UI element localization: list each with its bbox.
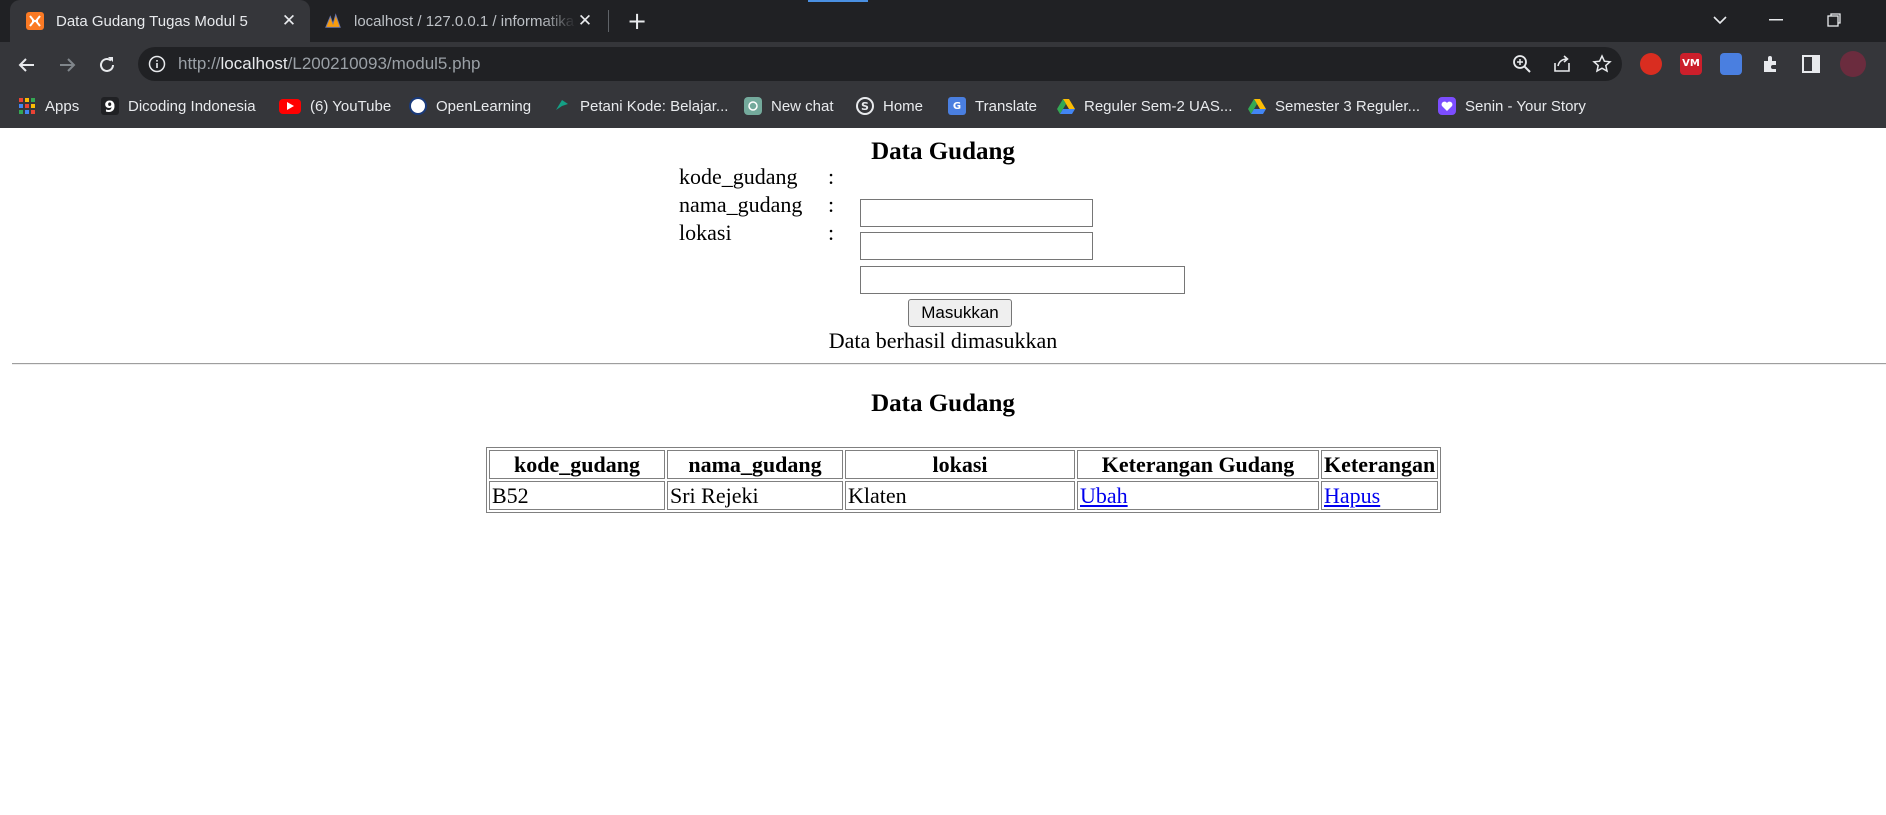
lokasi-label: lokasi (679, 220, 732, 245)
cell-nama-gudang: Sri Rejeki (667, 481, 843, 510)
bookmark-apps[interactable]: Apps (18, 96, 79, 116)
nama-gudang-label: nama_gudang (679, 192, 803, 217)
bookmark-label: Home (883, 97, 924, 115)
vm-extension-icon[interactable]: VM (1680, 53, 1702, 75)
new-tab-icon[interactable]: + (624, 8, 650, 34)
reload-icon[interactable] (92, 50, 122, 80)
horizontal-divider (12, 363, 1886, 365)
ubah-link[interactable]: Ubah (1080, 483, 1128, 508)
bookmark-label: Dicoding Indonesia (128, 97, 256, 115)
column-header: Keterangan (1321, 450, 1439, 479)
apps-grid-icon (18, 97, 36, 115)
browser-toolbar: http://localhost/L200210093/modul5.php V… (0, 42, 1886, 88)
forward-icon[interactable] (52, 50, 82, 80)
bookmark-petanikode[interactable]: Petani Kode: Belajar... (553, 96, 728, 116)
google-translate-extension-icon[interactable] (1720, 53, 1742, 75)
bookmark-dicoding[interactable]: 9 Dicoding Indonesia (101, 96, 256, 116)
column-header: nama_gudang (667, 450, 843, 479)
dicoding-icon: 9 (101, 97, 119, 116)
bookmark-label: New chat (771, 97, 834, 115)
nama-gudang-colon: : (828, 192, 835, 217)
heart-icon (1438, 97, 1456, 115)
address-bar[interactable]: http://localhost/L200210093/modul5.php (138, 47, 1622, 81)
kode-gudang-input[interactable] (860, 199, 1093, 227)
petanikode-icon (553, 97, 571, 115)
cell-keterangan-gudang: Ubah (1077, 481, 1319, 510)
bookmark-star-icon[interactable] (1592, 54, 1612, 74)
data-gudang-table: kode_gudang nama_gudang lokasi Keteranga… (486, 447, 1442, 513)
openlearning-icon (409, 97, 427, 115)
tab-strip-accent (808, 0, 868, 2)
translate-icon: G (948, 97, 966, 115)
url-scheme: http:// (178, 54, 221, 73)
lokasi-input[interactable] (860, 266, 1185, 294)
status-message: Data berhasil dimasukkan (828, 328, 1058, 353)
tab-phpmyadmin[interactable]: localhost / 127.0.0.1 / informatika ✕ (314, 0, 606, 42)
youtube-icon (279, 98, 301, 114)
bookmark-home[interactable]: S Home (856, 96, 923, 116)
side-panel-icon[interactable] (1800, 53, 1822, 75)
page-content: Data Gudang kode_gudang : nama_gudang : … (0, 128, 1886, 815)
stop-hand-extension-icon[interactable] (1640, 53, 1662, 75)
restore-icon[interactable] (1814, 6, 1854, 34)
bookmark-label: Reguler Sem-2 UAS... (1084, 97, 1233, 115)
bookmark-label: Translate (975, 97, 1037, 115)
extensions-puzzle-icon[interactable] (1760, 53, 1782, 75)
column-header: kode_gudang (489, 450, 665, 479)
cell-keterangan: Hapus (1321, 481, 1439, 510)
url-path: /L200210093/modul5.php (287, 54, 481, 73)
form-heading: Data Gudang (871, 138, 1015, 165)
masukkan-button[interactable]: Masukkan (908, 299, 1012, 327)
share-icon[interactable] (1552, 54, 1572, 74)
bookmark-reguler-sem2[interactable]: Reguler Sem-2 UAS... (1057, 96, 1232, 116)
cell-kode-gudang: B52 (489, 481, 665, 510)
browser-chrome: Data Gudang Tugas Modul 5 ✕ localhost / … (0, 0, 1886, 128)
google-drive-icon (1248, 97, 1266, 115)
bookmark-openlearning[interactable]: OpenLearning (409, 96, 531, 116)
phpmyadmin-icon (324, 12, 342, 30)
close-tab-icon[interactable]: ✕ (280, 11, 298, 30)
column-header: Keterangan Gudang (1077, 450, 1319, 479)
bookmark-label: OpenLearning (436, 97, 532, 115)
table-header-row: kode_gudang nama_gudang lokasi Keteranga… (489, 450, 1439, 479)
bookmark-new-chat[interactable]: New chat (744, 96, 834, 116)
column-header: lokasi (845, 450, 1075, 479)
cell-lokasi: Klaten (845, 481, 1075, 510)
bookmark-label: Semester 3 Reguler... (1275, 97, 1421, 115)
chatgpt-icon (744, 97, 762, 115)
lokasi-colon: : (828, 220, 835, 245)
bookmark-translate[interactable]: G Translate (948, 96, 1037, 116)
bookmark-semester3[interactable]: Semester 3 Reguler... (1248, 96, 1420, 116)
profile-avatar[interactable] (1840, 51, 1866, 77)
google-drive-icon (1057, 97, 1075, 115)
bookmark-senin[interactable]: Senin - Your Story (1438, 96, 1586, 116)
hapus-link[interactable]: Hapus (1324, 483, 1380, 508)
tab-data-gudang[interactable]: Data Gudang Tugas Modul 5 ✕ (10, 0, 310, 42)
bookmark-label: Senin - Your Story (1465, 97, 1586, 115)
table-heading: Data Gudang (871, 390, 1015, 417)
minimize-icon[interactable] (1756, 6, 1796, 34)
back-icon[interactable] (12, 50, 42, 80)
bookmark-label: Apps (45, 97, 80, 115)
url-host: localhost (220, 54, 288, 73)
bookmark-youtube[interactable]: (6) YouTube (279, 96, 391, 116)
zoom-icon[interactable] (1512, 54, 1532, 74)
nama-gudang-input[interactable] (860, 232, 1093, 260)
tab-search-icon[interactable] (1700, 6, 1740, 34)
close-tab-icon[interactable]: ✕ (576, 11, 594, 30)
xampp-icon (26, 12, 44, 30)
tab-separator (608, 10, 609, 32)
kode-gudang-label: kode_gudang (679, 164, 798, 189)
bookmark-label: Petani Kode: Belajar... (580, 97, 729, 115)
tab-strip: Data Gudang Tugas Modul 5 ✕ localhost / … (0, 0, 1886, 42)
kode-gudang-colon: : (828, 164, 835, 189)
bookmarks-bar: Apps 9 Dicoding Indonesia (6) YouTube Op… (0, 88, 1886, 124)
tab-title: Data Gudang Tugas Modul 5 (56, 12, 248, 30)
skype-icon: S (856, 97, 874, 115)
bookmark-label: (6) YouTube (310, 97, 392, 115)
table-row: B52 Sri Rejeki Klaten Ubah Hapus (489, 481, 1439, 510)
url-text[interactable]: http://localhost/L200210093/modul5.php (178, 47, 480, 81)
site-info-icon[interactable] (148, 55, 166, 73)
tab-title: localhost / 127.0.0.1 / informatika (354, 12, 575, 30)
